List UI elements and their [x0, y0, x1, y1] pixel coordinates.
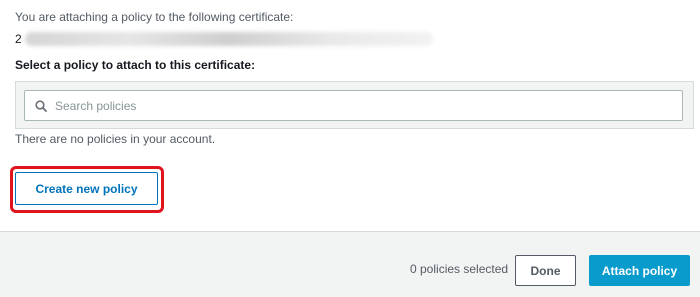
create-new-policy-button[interactable]: Create new policy — [15, 172, 158, 205]
certificate-id-redacted — [25, 32, 433, 46]
search-input[interactable] — [55, 91, 655, 120]
certificate-id-prefix: 2 — [15, 32, 22, 46]
attach-policy-button[interactable]: Attach policy — [589, 255, 690, 286]
footer-bar: 0 policies selected Done Attach policy — [0, 231, 700, 297]
empty-policies-message: There are no policies in your account. — [15, 132, 216, 146]
search-box[interactable] — [24, 90, 683, 121]
selected-count-text: 0 policies selected — [410, 262, 509, 276]
search-icon — [35, 99, 47, 112]
section-label: Select a policy to attach to this certif… — [15, 58, 256, 72]
search-panel — [15, 81, 694, 129]
done-button[interactable]: Done — [515, 255, 576, 286]
intro-text: You are attaching a policy to the follow… — [15, 10, 294, 24]
certificate-id-row: 2 — [15, 32, 433, 46]
